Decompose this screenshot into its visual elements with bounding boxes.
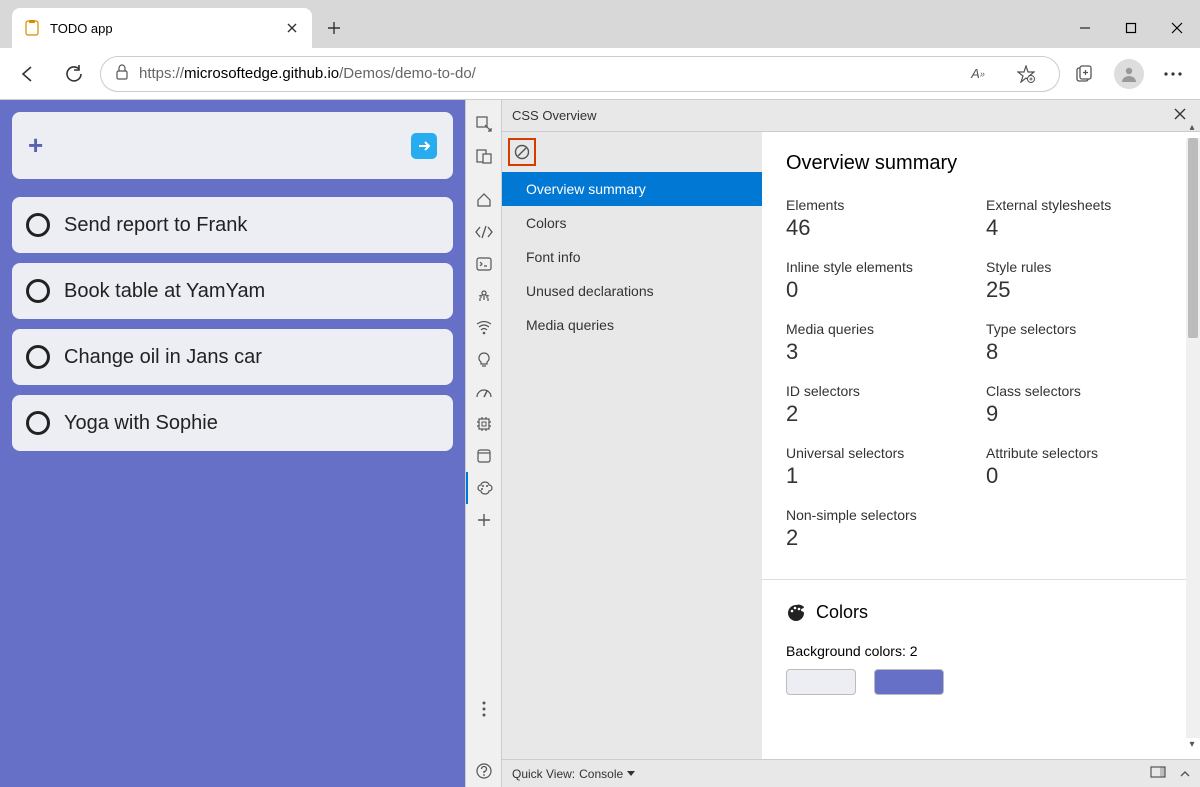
elements-icon[interactable] — [466, 216, 502, 248]
favorite-icon[interactable] — [1007, 55, 1045, 93]
nav-font-info[interactable]: Font info — [502, 240, 762, 274]
nav-colors[interactable]: Colors — [502, 206, 762, 240]
clipboard-icon — [24, 20, 40, 36]
devtools-iconbar — [466, 100, 502, 787]
quick-view-label: Quick View: — [512, 767, 575, 781]
address-bar: https://microsoftedge.github.io/Demos/de… — [0, 48, 1200, 100]
stat: Elements46 — [786, 197, 976, 241]
bg-colors-label: Background colors: 2 — [786, 643, 1176, 659]
stat: Non-simple selectors2 — [786, 507, 976, 551]
collections-icon[interactable] — [1066, 55, 1104, 93]
radio-icon[interactable] — [26, 411, 50, 435]
todo-item[interactable]: Change oil in Jans car — [12, 329, 453, 385]
color-swatches — [786, 669, 1176, 695]
palette-icon — [786, 603, 806, 623]
sources-icon[interactable] — [466, 280, 502, 312]
network-icon[interactable] — [466, 312, 502, 344]
more-icon[interactable] — [1154, 55, 1192, 93]
overflow-icon[interactable] — [466, 693, 502, 725]
read-aloud-icon[interactable]: A» — [959, 55, 997, 93]
nav-media-queries[interactable]: Media queries — [502, 308, 762, 342]
clear-overview-button[interactable] — [508, 138, 536, 166]
radio-icon[interactable] — [26, 279, 50, 303]
refresh-button[interactable] — [54, 54, 94, 94]
window-titlebar: TODO app — [0, 0, 1200, 48]
chevron-up-icon[interactable] — [1180, 767, 1190, 781]
stat: Class selectors9 — [986, 383, 1176, 427]
device-icon[interactable] — [466, 140, 502, 172]
browser-tab[interactable]: TODO app — [12, 8, 312, 48]
window-close-button[interactable] — [1154, 8, 1200, 48]
help-icon[interactable] — [466, 755, 502, 787]
stats-grid: Elements46 External stylesheets4 Inline … — [786, 197, 1176, 551]
application-icon[interactable] — [466, 440, 502, 472]
url-input[interactable]: https://microsoftedge.github.io/Demos/de… — [100, 56, 1060, 92]
todo-text: Yoga with Sophie — [64, 412, 218, 435]
stat: ID selectors2 — [786, 383, 976, 427]
color-swatch[interactable] — [874, 669, 944, 695]
performance-icon[interactable] — [466, 376, 502, 408]
stat: Media queries3 — [786, 321, 976, 365]
submit-arrow-icon[interactable] — [411, 133, 437, 159]
css-overview-nav: Overview summary Colors Font info Unused… — [502, 132, 762, 759]
css-overview-panel: Overview summary Elements46 External sty… — [762, 132, 1200, 759]
lock-icon — [115, 64, 129, 84]
plus-icon[interactable]: + — [28, 130, 43, 161]
summary-heading: Overview summary — [786, 152, 1176, 175]
close-icon[interactable] — [284, 20, 300, 36]
todo-new-item[interactable]: + — [12, 112, 453, 179]
devtools-panel-title: CSS Overview — [512, 108, 597, 123]
todo-app: + Send report to Frank Book table at Yam… — [0, 100, 465, 787]
inspect-icon[interactable] — [466, 108, 502, 140]
radio-icon[interactable] — [26, 213, 50, 237]
stat: Inline style elements0 — [786, 259, 976, 303]
color-swatch[interactable] — [786, 669, 856, 695]
home-icon[interactable] — [466, 184, 502, 216]
new-tab-button[interactable] — [318, 12, 350, 44]
stat: Type selectors8 — [986, 321, 1176, 365]
devtools-main: CSS Overview Overview summary Colors Fon… — [502, 100, 1200, 787]
scroll-up-arrow[interactable]: ▴ — [1186, 122, 1198, 134]
colors-section-heading: Colors — [786, 602, 1176, 623]
stat: Universal selectors1 — [786, 445, 976, 489]
url-text: https://microsoftedge.github.io/Demos/de… — [139, 65, 476, 82]
todo-item[interactable]: Send report to Frank — [12, 197, 453, 253]
devtools-footer: Quick View: Console — [502, 759, 1200, 787]
quick-view-select[interactable]: Console — [579, 767, 635, 781]
css-overview-icon[interactable] — [466, 472, 502, 504]
stat: Attribute selectors0 — [986, 445, 1176, 489]
more-tools-icon[interactable] — [466, 504, 502, 536]
nav-unused-declarations[interactable]: Unused declarations — [502, 274, 762, 308]
todo-text: Send report to Frank — [64, 214, 247, 237]
console-icon[interactable] — [466, 248, 502, 280]
nav-overview-summary[interactable]: Overview summary — [502, 172, 762, 206]
tab-title: TODO app — [50, 21, 274, 36]
lightbulb-icon[interactable] — [466, 344, 502, 376]
todo-item[interactable]: Yoga with Sophie — [12, 395, 453, 451]
profile-avatar[interactable] — [1110, 55, 1148, 93]
devtools: CSS Overview Overview summary Colors Fon… — [465, 100, 1200, 787]
todo-text: Book table at YamYam — [64, 280, 265, 303]
todo-item[interactable]: Book table at YamYam — [12, 263, 453, 319]
devtools-panel-header: CSS Overview — [502, 100, 1200, 132]
todo-text: Change oil in Jans car — [64, 346, 262, 369]
radio-icon[interactable] — [26, 345, 50, 369]
memory-icon[interactable] — [466, 408, 502, 440]
dock-icon[interactable] — [1150, 766, 1166, 781]
maximize-button[interactable] — [1108, 8, 1154, 48]
stat: Style rules25 — [986, 259, 1176, 303]
window-controls — [1062, 8, 1200, 48]
scrollbar-thumb[interactable] — [1188, 138, 1198, 338]
stat: External stylesheets4 — [986, 197, 1176, 241]
back-button[interactable] — [8, 54, 48, 94]
scroll-down-arrow[interactable]: ▾ — [1186, 739, 1198, 751]
minimize-button[interactable] — [1062, 8, 1108, 48]
